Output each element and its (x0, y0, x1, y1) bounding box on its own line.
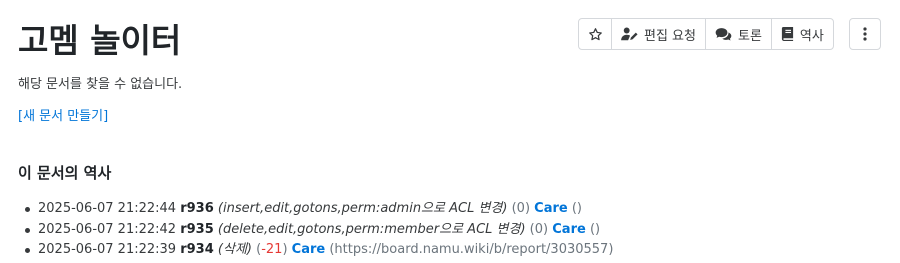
user-pen-icon (621, 27, 638, 41)
comments-icon (715, 28, 732, 41)
history-button[interactable]: 역사 (772, 19, 833, 49)
star-icon (588, 27, 602, 40)
edit-summary: (insert,edit,gotons,perm:admin으로 ACL 변경) (217, 201, 508, 216)
page-title: 고멤 놀이터 (18, 21, 182, 60)
diff-close-paren: ) (524, 201, 531, 216)
edit-reason: (https://board.namu.wiki/b/report/303055… (329, 242, 614, 257)
diff-value: -21 (261, 242, 283, 257)
history-item: 2025-06-07 21:22:44 r936 (insert,edit,go… (24, 199, 613, 220)
edit-request-button[interactable]: 편집 요청 (612, 19, 706, 49)
edit-request-label: 편집 요청 (644, 28, 696, 44)
vertical-ellipsis-icon (863, 27, 867, 41)
diff-value: 0 (516, 201, 525, 216)
history-item: 2025-06-07 21:22:39 r934 (삭제) (-21) Care… (24, 240, 614, 261)
revision-number: r936 (180, 201, 214, 216)
user-link[interactable]: Care (552, 222, 586, 237)
diff-count: (0) (530, 222, 548, 237)
history-label: 역사 (799, 28, 824, 44)
history-item: 2025-06-07 21:22:42 r935 (delete,edit,go… (24, 220, 613, 241)
more-options-button[interactable] (849, 18, 881, 50)
edit-reason: () (571, 201, 583, 216)
create-document-link[interactable]: [새 문서 만들기] (18, 105, 108, 124)
diff-count: (-21) (256, 242, 287, 257)
history-list: 2025-06-07 21:22:44 r936 (insert,edit,go… (24, 199, 614, 261)
discuss-label: 토론 (737, 28, 762, 44)
edit-summary: (삭제) (217, 242, 252, 257)
discuss-button[interactable]: 토론 (706, 19, 772, 49)
diff-close-paren: ) (543, 221, 549, 237)
history-timestamp: 2025-06-07 21:22:39 (38, 242, 177, 257)
revision-number: r935 (180, 221, 214, 237)
document-toolbar: 편집 요청 토론 역사 (578, 18, 834, 50)
star-button[interactable] (579, 19, 612, 49)
user-link[interactable]: Care (292, 242, 326, 257)
user-link[interactable]: Care (534, 201, 568, 216)
not-found-notice: 해당 문서를 찾을 수 없습니다. (18, 77, 183, 92)
diff-close-paren: ) (282, 242, 288, 257)
edit-summary: (delete,edit,gotons,perm:member으로 ACL 변경… (217, 221, 526, 237)
history-timestamp: 2025-06-07 21:22:44 (38, 201, 177, 216)
edit-reason: () (589, 221, 601, 237)
book-icon (781, 27, 794, 41)
history-timestamp: 2025-06-07 21:22:42 (38, 221, 177, 237)
revision-number: r934 (180, 242, 214, 257)
diff-value: 0 (534, 221, 544, 237)
diff-count: (0) (512, 201, 530, 216)
history-heading: 이 문서의 역사 (18, 164, 112, 182)
